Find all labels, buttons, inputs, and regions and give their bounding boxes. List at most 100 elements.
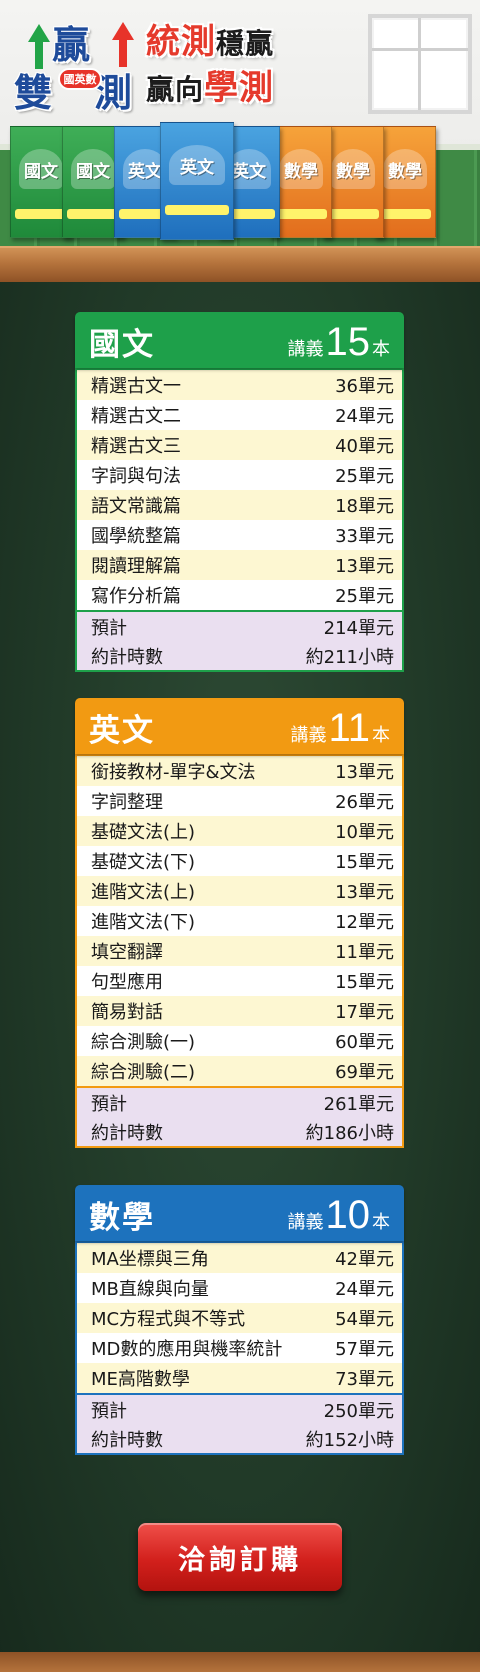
section-header: 國文 講義 15 本 [75,312,404,368]
unit-count: 60單元 [335,1032,394,1053]
handout-number: 15 [325,320,371,364]
green-arrow-icon [28,24,50,42]
total-label: 預計 [91,1093,127,1115]
book-title: 英文 [180,158,214,178]
hours-row: 約計時數 約186小時 [77,1117,402,1146]
unit-name: 精選古文一 [91,376,181,397]
unit-rows: 銜接教材-單字&文法 13單元 字詞整理 26單元 基礎文法(上) 10單元 基礎文法(下)… [77,756,402,1086]
unit-name: 國學統整篇 [91,526,181,547]
unit-rows: 精選古文一 36單元 精選古文二 24單元 精選古文三 40單元 字詞與句法 25單元 語文常識… [77,370,402,610]
unit-count: 33單元 [335,526,394,547]
unit-row: MD數的應用與機率統計 57單元 [77,1333,402,1363]
book-stripe [15,209,67,219]
book-row: 國文 國文 英文 英文 英文 數學 數學 數學 [10,122,470,250]
unit-count: 15單元 [335,972,394,993]
book-title: 數學 [388,162,422,182]
unit-row: 語文常識篇 18單元 [77,490,402,520]
unit-count: 73單元 [335,1369,394,1390]
unit-count: 15單元 [335,852,394,873]
unit-name: MC方程式與不等式 [91,1309,246,1330]
slogan-line-2-black: 贏向 [146,73,205,106]
book-stripe [379,209,431,219]
unit-row: 綜合測驗(一) 60單元 [77,1026,402,1056]
unit-row: MA坐標與三角 42單元 [77,1243,402,1273]
section-header: 數學 講義 10 本 [75,1185,404,1241]
unit-name: 語文常識篇 [91,496,181,517]
unit-name: 銜接教材-單字&文法 [91,762,256,783]
unit-row: 句型應用 15單元 [77,966,402,996]
book-stripe [165,205,229,215]
unit-count: 18單元 [335,496,394,517]
total-value: 250單元 [323,1400,394,1422]
unit-count: 17單元 [335,1002,394,1023]
unit-name: 簡易對話 [91,1002,163,1023]
unit-count: 24單元 [335,1279,394,1300]
unit-count: 36單元 [335,376,394,397]
unit-row: 國學統整篇 33單元 [77,520,402,550]
window-decoration [368,14,472,114]
unit-name: 基礎文法(上) [91,822,196,843]
unit-name: 閱讀理解篇 [91,556,181,577]
totals: 預計 261單元 約計時數 約186小時 [77,1086,402,1146]
unit-name: MA坐標與三角 [91,1249,209,1270]
unit-count: 10單元 [335,822,394,843]
unit-name: ME高階數學 [91,1369,190,1390]
handout-number: 10 [325,1193,371,1237]
unit-row: 閱讀理解篇 13單元 [77,550,402,580]
unit-name: 精選古文二 [91,406,181,427]
section-title: 國文 [89,327,155,363]
red-arrow-icon [112,22,134,40]
unit-row: MB直線與向量 24單元 [77,1273,402,1303]
unit-name: 基礎文法(下) [91,852,196,873]
unit-count: 24單元 [335,406,394,427]
unit-count: 25單元 [335,466,394,487]
unit-name: 精選古文三 [91,436,181,457]
total-label: 預計 [91,1400,127,1422]
unit-count: 40單元 [335,436,394,457]
slogan-line-1-red: 統測 [146,22,216,62]
slogan-line-2-red: 學測 [204,68,275,108]
unit-row: ME高階數學 73單元 [77,1363,402,1393]
slogan: 統測穩贏 贏向學測 [146,20,356,112]
hours-value: 約186小時 [305,1122,394,1144]
section-english: 英文 講義 11 本 銜接教材-單字&文法 13單元 字詞整理 26單元 基礎文法(上)… [75,698,404,1148]
book-stripe [67,209,119,219]
unit-count: 25單元 [335,586,394,607]
unit-count: 12單元 [335,912,394,933]
unit-name: 句型應用 [91,972,163,993]
inquire-order-button[interactable]: 洽詢訂購 [138,1523,342,1591]
unit-table: 銜接教材-單字&文法 13單元 字詞整理 26單元 基礎文法(上) 10單元 基礎文法(下)… [75,754,404,1148]
section-title: 英文 [89,713,155,749]
unit-row: 精選古文三 40單元 [77,430,402,460]
hours-row: 約計時數 約211小時 [77,641,402,670]
unit-row: 進階文法(上) 13單元 [77,876,402,906]
banner: 贏 雙 測 國英數 統測穩贏 贏向學測 國文 國文 英文 英文 英文 數學 數學 數學 [0,0,480,282]
logo-char-ce: 測 [94,71,133,115]
bottom-wood-rail [0,1652,480,1672]
total-value: 261單元 [323,1093,394,1115]
slogan-line-2: 贏向學測 [146,66,356,112]
unit-row: 簡易對話 17單元 [77,996,402,1026]
unit-name: 寫作分析篇 [91,586,181,607]
totals: 預計 250單元 約計時數 約152小時 [77,1393,402,1453]
unit-table: MA坐標與三角 42單元 MB直線與向量 24單元 MC方程式與不等式 54單元 MD數的應… [75,1241,404,1455]
logo-char-shuang: 雙 [14,71,53,115]
unit-name: 進階文法(上) [91,882,196,903]
unit-count: 54單元 [335,1309,394,1330]
unit-row: 綜合測驗(二) 69單元 [77,1056,402,1086]
unit-name: 填空翻譯 [91,942,163,963]
unit-row: 精選古文一 36單元 [77,370,402,400]
hours-value: 約152小時 [305,1429,394,1451]
hours-value: 約211小時 [305,646,394,668]
handout-number: 11 [328,706,370,750]
total-value: 214單元 [323,617,394,639]
section-header: 英文 講義 11 本 [75,698,404,754]
unit-name: 進階文法(下) [91,912,196,933]
unit-rows: MA坐標與三角 42單元 MB直線與向量 24單元 MC方程式與不等式 54單元 MD數的應… [77,1243,402,1393]
unit-row: 銜接教材-單字&文法 13單元 [77,756,402,786]
total-row: 預計 261單元 [77,1088,402,1117]
unit-count: 13單元 [335,762,394,783]
unit-row: 寫作分析篇 25單元 [77,580,402,610]
unit-name: 字詞整理 [91,792,163,813]
section-math: 數學 講義 10 本 MA坐標與三角 42單元 MB直線與向量 24單元 MC方程式與不… [75,1185,404,1455]
